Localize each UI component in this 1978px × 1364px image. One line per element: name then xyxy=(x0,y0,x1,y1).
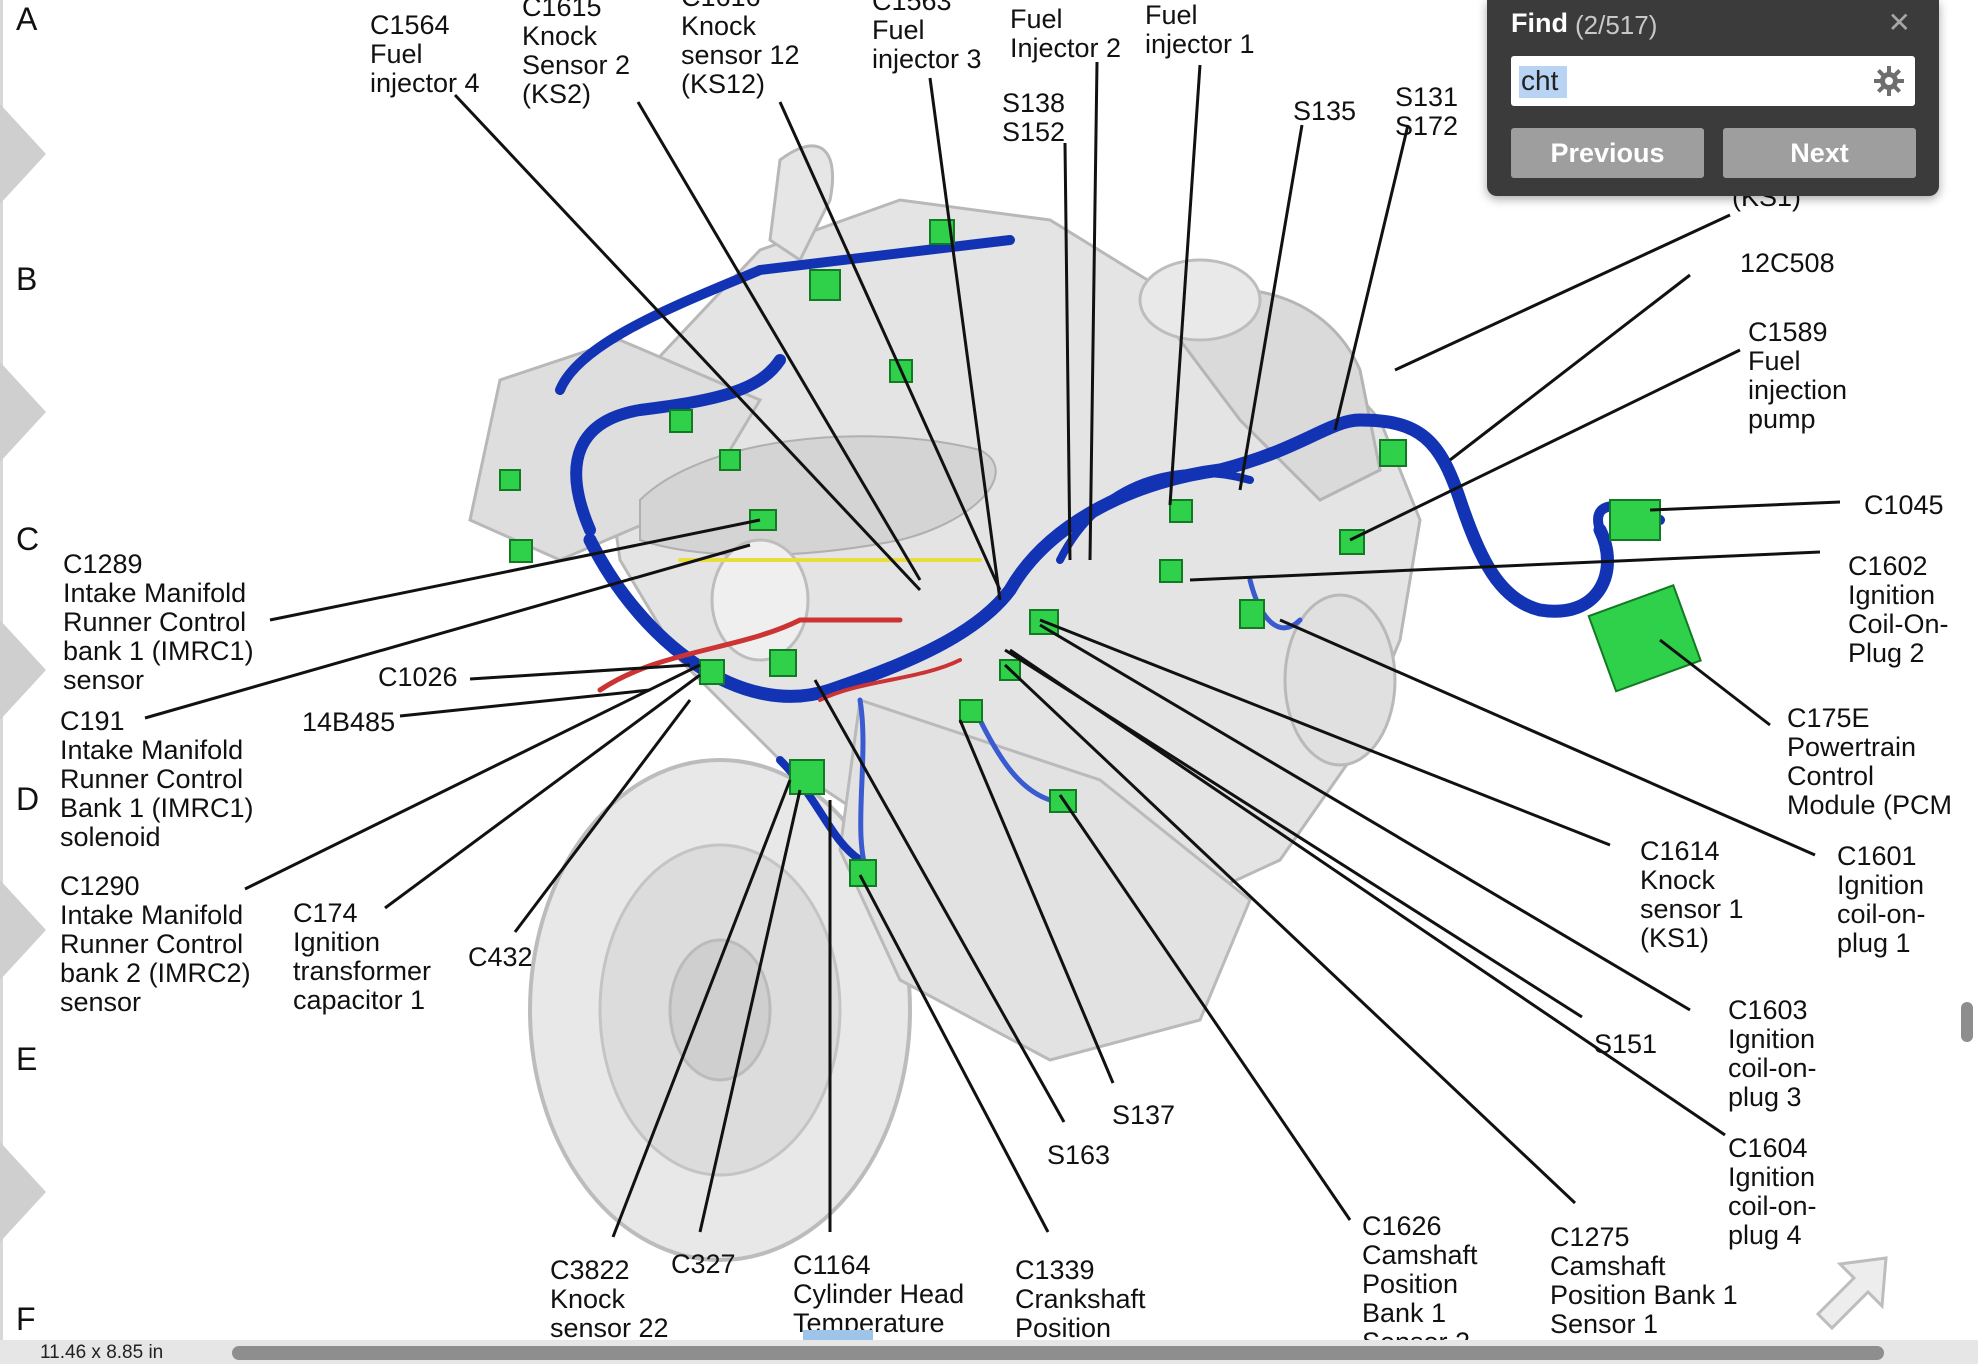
row-letter: A xyxy=(16,1,38,37)
page-nav-arrow[interactable] xyxy=(0,362,46,462)
callout-c1289: C1289 Intake Manifold Runner Control bank 1… xyxy=(63,549,254,695)
gear-icon[interactable] xyxy=(1873,65,1905,97)
callout-c1339: C1339 Crankshaft Position xyxy=(1015,1255,1146,1343)
find-input[interactable] xyxy=(1515,60,1867,102)
callout-c327: C327 xyxy=(671,1249,736,1279)
callout-c1626: C1626CamshaftPositionBank 1Sensor 2 xyxy=(1362,1211,1478,1357)
callout-c1614: C1614 Knock sensor 1 (KS1) xyxy=(1640,836,1744,953)
callout-c1026: C1026 xyxy=(378,662,458,692)
callout-s131-s172: S131 S172 xyxy=(1395,82,1458,141)
row-letter: E xyxy=(16,1041,37,1077)
page-nav-arrow[interactable] xyxy=(0,880,46,980)
document-viewer: A B C D E F C1564 Fuel injector 4 C1615 Kno… xyxy=(0,0,1978,1364)
callout-12c508: 12C508 xyxy=(1740,248,1835,278)
callout-c1615: C1615 Knock Sensor 2 (KS2) xyxy=(522,0,630,109)
callout-c1045: C1045 xyxy=(1864,490,1944,520)
row-letter: C xyxy=(16,521,39,557)
callout-c175e: C175E Powertrain Control Module (PCM xyxy=(1787,703,1952,820)
callout-14b485: 14B485 xyxy=(302,707,395,737)
callout-c3822: C3822 Knock sensor 22 xyxy=(550,1255,669,1343)
callout-c1564: C1564 Fuel injector 4 xyxy=(370,10,480,98)
close-icon[interactable]: ✕ xyxy=(1888,6,1911,39)
callout-c1602: C1602 Ignition Coil-On-Plug 2 xyxy=(1848,551,1949,668)
callout-fuel-injector-1: Fuel injector 1 xyxy=(1145,0,1255,59)
cursor-arrow-icon xyxy=(1815,1256,1888,1331)
callout-s151: S151 xyxy=(1594,1029,1657,1059)
callout-s137: S137 xyxy=(1112,1100,1175,1130)
row-letter: B xyxy=(16,261,37,297)
callout-s138-s152: S138 S152 xyxy=(1002,88,1065,147)
row-letter: D xyxy=(16,781,39,817)
callout-c432: C432 xyxy=(468,942,533,972)
row-letter: F xyxy=(16,1301,36,1337)
find-panel: Find (2/517) ✕ Previous Next xyxy=(1487,0,1939,196)
page-nav-arrow[interactable] xyxy=(0,104,46,204)
page-size-label: 11.46 x 8.85 in xyxy=(40,1342,164,1363)
callout-s135: S135 xyxy=(1293,96,1356,126)
horizontal-scrollbar[interactable] xyxy=(232,1346,1884,1360)
callout-c1589: C1589 Fuel injection pump xyxy=(1748,317,1847,434)
wiring-diagram: A B C D E F C1564 Fuel injector 4 C1615 Kno… xyxy=(16,0,1952,1357)
find-match-count: (2/517) xyxy=(1575,10,1658,40)
callout-c1616: C1616Knocksensor 12(KS12) xyxy=(681,0,800,99)
callout-c191: C191 Intake Manifold Runner Control Bank 1 … xyxy=(60,706,254,852)
engine-illustration xyxy=(468,144,1422,1262)
callout-fuel-injector-2: Fuel Injector 2 xyxy=(1010,4,1121,63)
vertical-scrollbar[interactable] xyxy=(1961,1002,1973,1042)
callout-c1601: C1601 Ignition coil-on-plug 1 xyxy=(1837,841,1926,958)
callout-c1290: C1290 Intake Manifold Runner Control bank 2… xyxy=(60,871,251,1017)
callout-c1275: C1275 Camshaft Position Bank 1 Sensor 1 xyxy=(1550,1222,1738,1339)
callout-c174: C174 Ignition transformer capacitor 1 xyxy=(293,898,431,1015)
callout-c1604: C1604 Ignition coil-on-plug 4 xyxy=(1728,1133,1817,1250)
scroll-position-marker xyxy=(803,1330,873,1340)
page-nav-arrow[interactable] xyxy=(0,620,46,720)
previous-button[interactable]: Previous xyxy=(1511,128,1704,178)
callout-c1603: C1603 Ignition coil-on-plug 3 xyxy=(1728,995,1817,1112)
next-button[interactable]: Next xyxy=(1723,128,1916,178)
find-input-container xyxy=(1511,56,1915,106)
callout-c1563: C1563 Fuel injector 3 xyxy=(872,0,982,74)
callout-c1164: C1164 Cylinder Head Temperature xyxy=(793,1250,964,1338)
callout-s163: S163 xyxy=(1047,1140,1110,1170)
page-nav-arrow[interactable] xyxy=(0,1142,46,1242)
find-title: Find xyxy=(1511,8,1568,38)
